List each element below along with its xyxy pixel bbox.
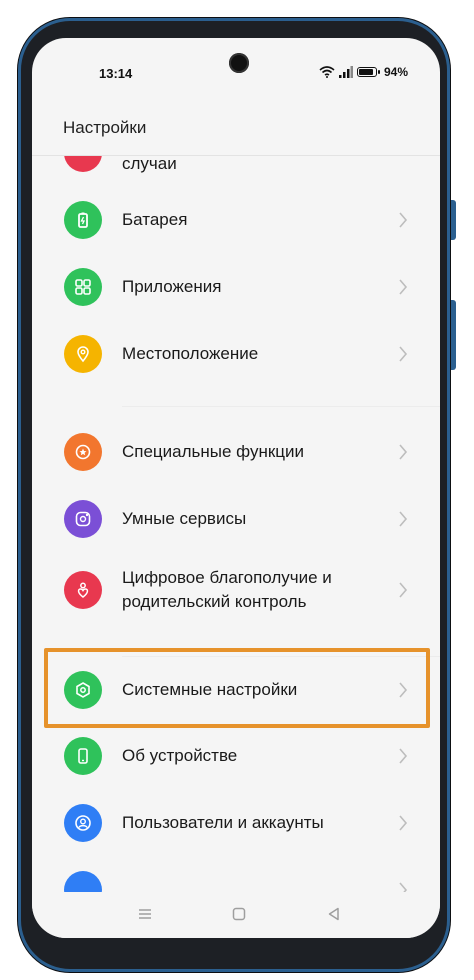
volume-button	[451, 200, 456, 240]
signal-icon	[338, 66, 353, 78]
system-settings-icon	[64, 671, 102, 709]
status-icons: 94%	[319, 65, 408, 79]
wifi-icon	[319, 66, 335, 78]
settings-item-label: Батарея	[122, 210, 188, 229]
section-divider	[122, 406, 440, 407]
phone-screen: 13:14 94% Настройки случаи Батарея Прило…	[32, 38, 440, 938]
settings-item-label-line2: родительский контроль	[122, 592, 307, 611]
location-pin-icon	[64, 335, 102, 373]
menu-icon[interactable]	[135, 904, 155, 924]
settings-item-label: Местоположение	[122, 344, 259, 363]
chevron-right-icon	[399, 582, 408, 598]
battery-percent: 94%	[383, 65, 408, 79]
status-time: 13:14	[99, 66, 133, 81]
settings-item-location[interactable]: Местоположение	[32, 335, 440, 421]
battery-icon	[356, 67, 380, 77]
front-camera	[229, 53, 249, 73]
chevron-right-icon	[399, 444, 408, 460]
chevron-right-icon	[399, 682, 408, 698]
settings-item-label: Специальные функции	[122, 442, 305, 461]
settings-item-label-line1: Цифровое благополучие и	[122, 568, 332, 587]
emergency-icon	[64, 156, 102, 172]
chevron-right-icon	[399, 212, 408, 228]
settings-item-label: Системные настройки	[122, 680, 298, 699]
chevron-right-icon	[399, 748, 408, 764]
settings-item-label: Пользователи и аккаунты	[122, 813, 324, 832]
phone-device-icon	[64, 737, 102, 775]
settings-item-label: Приложения	[122, 277, 222, 296]
status-bar: 13:14 94%	[32, 38, 440, 88]
battery-icon	[64, 201, 102, 239]
settings-item-label: Об устройстве	[122, 746, 238, 765]
chevron-right-icon	[399, 511, 408, 527]
settings-item-label: случаи	[122, 156, 177, 173]
navigation-bar	[32, 892, 440, 938]
chevron-right-icon	[399, 815, 408, 831]
user-account-icon	[64, 804, 102, 842]
settings-item-digital-wellbeing[interactable]: Цифровое благополучие и родительский кон…	[32, 568, 440, 670]
back-icon[interactable]	[324, 904, 344, 924]
page-title: Настройки	[63, 118, 147, 137]
power-button	[451, 300, 456, 370]
section-divider	[122, 656, 440, 657]
settings-item-emergency[interactable]: случаи	[32, 156, 440, 196]
home-icon[interactable]	[229, 904, 249, 924]
settings-item-label: Умные сервисы	[122, 509, 247, 528]
chevron-right-icon	[399, 279, 408, 295]
wellbeing-heart-icon	[64, 571, 102, 609]
chevron-right-icon	[399, 346, 408, 362]
apps-grid-icon	[64, 268, 102, 306]
accessibility-star-icon	[64, 433, 102, 471]
settings-list[interactable]: случаи Батарея Приложения Местоположение	[32, 156, 440, 916]
smart-services-icon	[64, 500, 102, 538]
